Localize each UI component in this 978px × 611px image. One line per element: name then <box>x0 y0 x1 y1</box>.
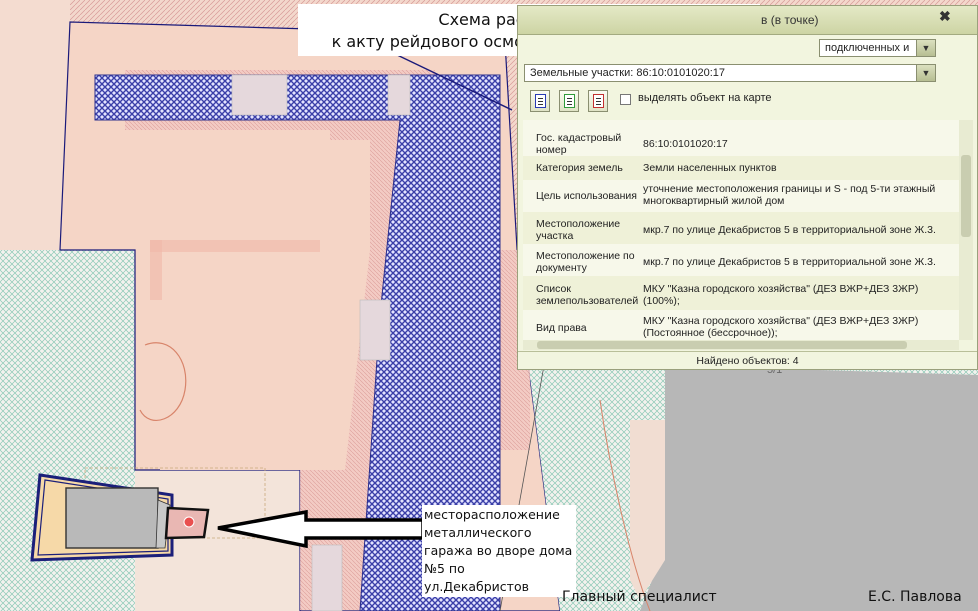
panel-title: в (в точке) <box>761 13 819 27</box>
annotation-line: №5 по <box>424 561 465 576</box>
highlight-checkbox[interactable] <box>620 94 631 105</box>
left-parcel <box>0 0 70 250</box>
layer-select-value: Земельные участки: 86:10:0101020:17 <box>530 67 726 79</box>
identify-panel[interactable]: в (в точке) ✖ подключенных и ▼ Земельные… <box>517 5 978 370</box>
annotation-line: металлического <box>424 525 532 540</box>
table-row: Список землепользователей МКУ "Казна гор… <box>523 276 959 310</box>
table-row: Местоположение участка мкр.7 по улице Де… <box>523 212 959 244</box>
chevron-down-icon[interactable]: ▼ <box>916 65 935 81</box>
doc-green-icon[interactable] <box>559 90 579 112</box>
page-glyph <box>535 94 546 108</box>
attr-key: Категория земель <box>536 162 623 174</box>
garage-annotation: месторасположение металлического гаража … <box>422 505 576 597</box>
attr-key: Местоположение по документу <box>536 250 635 274</box>
annotation-line: гаража во дворе дома <box>424 543 573 558</box>
metal-garage <box>65 487 159 549</box>
doc-blue-icon[interactable] <box>530 90 550 112</box>
layer-select[interactable]: Земельные участки: 86:10:0101020:17 ▼ <box>524 64 936 82</box>
scroll-thumb[interactable] <box>537 341 907 349</box>
annotation-line: месторасположение <box>424 507 560 522</box>
page-glyph <box>593 94 604 108</box>
building-annex <box>231 74 288 116</box>
signer-position: Главный специалист <box>562 589 717 605</box>
vertical-scrollbar[interactable] <box>959 120 973 340</box>
signer-name: Е.С. Павлова <box>868 589 962 605</box>
table-row: Цель использования уточнение местоположе… <box>523 180 959 212</box>
attr-value: мкр.7 по улице Декабристов 5 в территори… <box>643 224 936 236</box>
found-count: Найдено объектов: 4 <box>518 351 977 370</box>
attr-key: Цель использования <box>536 190 637 202</box>
chevron-down-icon[interactable]: ▼ <box>916 40 935 56</box>
attr-value: уточнение местоположения границы и S - п… <box>643 183 936 207</box>
attr-key: Список землепользователей <box>536 283 639 307</box>
attr-value: МКУ "Казна городского хозяйства" (ДЕЗ ВЖ… <box>643 283 919 307</box>
table-row: Категория земель Земли населенных пункто… <box>523 156 959 180</box>
highlight-label: выделять объект на карте <box>638 92 772 104</box>
footpath <box>150 240 320 252</box>
attribute-table[interactable]: Гос. кадастровый номер 86:10:0101020:17 … <box>523 120 959 340</box>
attr-value: 86:10:0101020:17 <box>643 138 728 150</box>
close-icon[interactable]: ✖ <box>939 8 951 25</box>
building-annex <box>359 299 391 361</box>
page-glyph <box>564 94 575 108</box>
attr-value: МКУ "Казна городского хозяйства" (ДЕЗ ВЖ… <box>643 315 919 339</box>
object-marker-icon[interactable] <box>183 516 195 528</box>
scope-select-value: подключенных и <box>825 42 910 54</box>
table-row: Гос. кадастровый номер 86:10:0101020:17 <box>523 120 959 156</box>
scroll-thumb[interactable] <box>961 155 971 237</box>
panel-header[interactable]: в (в точке) ✖ <box>518 6 977 35</box>
building-annex <box>387 74 411 116</box>
horizontal-scrollbar[interactable] <box>523 340 959 350</box>
attr-key: Местоположение участка <box>536 218 621 242</box>
table-row: Вид права МКУ "Казна городского хозяйств… <box>523 310 959 340</box>
annotation-line: ул.Декабристов <box>424 579 529 594</box>
attr-value: Земли населенных пунктов <box>643 162 777 174</box>
scope-select[interactable]: подключенных и ▼ <box>819 39 936 57</box>
doc-red-icon[interactable] <box>588 90 608 112</box>
grey-building <box>640 365 978 611</box>
attr-key: Гос. кадастровый номер <box>536 132 622 156</box>
footpath <box>150 240 162 300</box>
courtyard <box>160 140 370 470</box>
building-annex <box>311 544 343 611</box>
table-row: Местоположение по документу мкр.7 по ули… <box>523 244 959 276</box>
attr-value: мкр.7 по улице Декабристов 5 в территори… <box>643 256 936 268</box>
attr-key: Вид права <box>536 322 587 334</box>
